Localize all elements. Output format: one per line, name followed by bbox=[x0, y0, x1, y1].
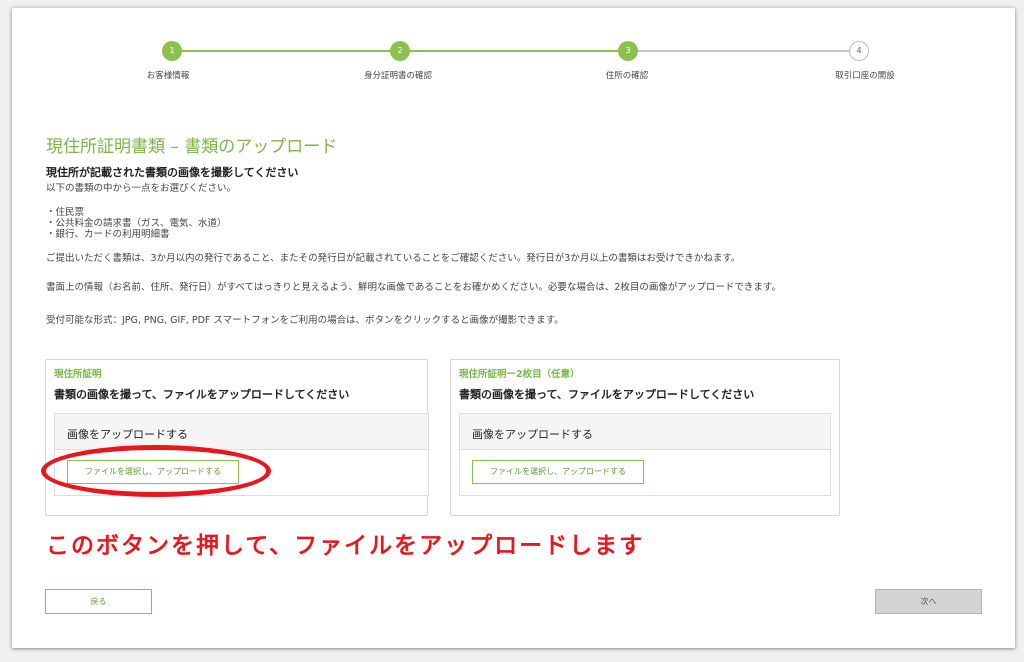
step-3-circle: 3 bbox=[618, 41, 638, 61]
upload-panel-header: 画像をアップロードする bbox=[55, 414, 428, 450]
select-file-button-second[interactable]: ファイルを選択し、アップロードする bbox=[472, 460, 644, 484]
card-label: 現住所証明 bbox=[54, 369, 102, 380]
step-2-circle: 2 bbox=[390, 41, 410, 61]
upload-panel-header: 画像をアップロードする bbox=[460, 414, 830, 450]
issue-date-note: ご提出いただく書類は、3か月以内の発行であること、またその発行日が記載されている… bbox=[46, 253, 741, 264]
upload-card-secondary: 現住所証明ー2枚目（任意） 書類の画像を撮って、ファイルをアップロードしてくださ… bbox=[450, 359, 840, 516]
document-list: ・住民票 ・公共料金の請求書（ガス、電気、水道） ・銀行、カードの利用明細書 bbox=[46, 207, 227, 240]
clarity-note: 書面上の情報（お名前、住所、発行日）がすべてはっきりと見えるよう、鮮明な画像であ… bbox=[46, 282, 781, 293]
upload-panel-title: 画像をアップロードする bbox=[472, 428, 593, 441]
back-button[interactable]: 戻る bbox=[45, 589, 152, 614]
intro-text: 以下の書類の中から一点をお選びください。 bbox=[46, 183, 237, 194]
progress-stepper: 1 2 3 4 お客様情報 身分証明書の確認 住所の確認 取引口座の開設 bbox=[12, 8, 1015, 98]
upload-panel-title: 画像をアップロードする bbox=[67, 428, 188, 441]
step-4-circle: 4 bbox=[849, 41, 869, 61]
step-4-label: 取引口座の開設 bbox=[835, 71, 895, 81]
card-label: 現住所証明ー2枚目（任意） bbox=[459, 369, 580, 380]
format-note: 受付可能な形式：JPG, PNG, GIF, PDF スマートフォンをご利用の場… bbox=[46, 315, 564, 326]
step-1-label: お客様情報 bbox=[146, 71, 190, 81]
list-item: ・銀行、カードの利用明細書 bbox=[46, 229, 170, 240]
progress-track-remaining bbox=[628, 50, 859, 52]
card-instruction: 書類の画像を撮って、ファイルをアップロードしてください bbox=[459, 388, 755, 401]
upload-panel: 画像をアップロードする ファイルを選択し、アップロードする bbox=[459, 413, 831, 496]
highlight-circle bbox=[41, 445, 271, 497]
card-instruction: 書類の画像を撮って、ファイルをアップロードしてください bbox=[54, 388, 350, 401]
step-3-label: 住所の確認 bbox=[605, 71, 649, 81]
list-item: ・住民票 bbox=[46, 207, 85, 218]
page-subtitle: 現住所が記載された書類の画像を撮影してください bbox=[46, 166, 299, 179]
upload-page: 1 2 3 4 お客様情報 身分証明書の確認 住所の確認 取引口座の開設 現住所… bbox=[12, 8, 1015, 648]
list-item: ・公共料金の請求書（ガス、電気、水道） bbox=[46, 218, 227, 229]
annotation-text: このボタンを押して、ファイルをアップロードします bbox=[46, 533, 645, 559]
next-button[interactable]: 次へ bbox=[875, 589, 982, 614]
step-1-circle: 1 bbox=[162, 41, 182, 61]
page-title: 現住所証明書類 – 書類のアップロード bbox=[46, 137, 338, 157]
step-2-label: 身分証明書の確認 bbox=[363, 71, 432, 81]
